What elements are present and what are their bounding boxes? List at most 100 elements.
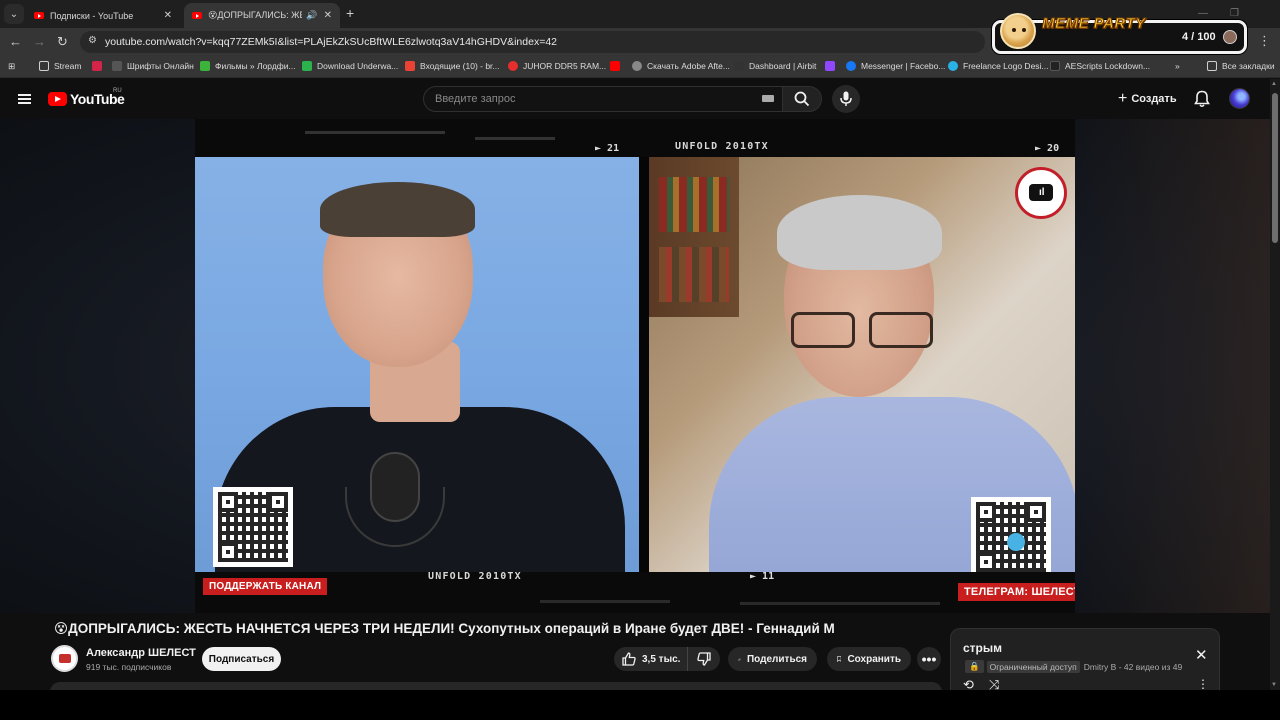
bookmark-films[interactable]: Фильмы » Лордфи... [200, 61, 296, 71]
film-icon [200, 61, 210, 71]
mic-icon [840, 91, 852, 106]
doge-icon [1000, 13, 1036, 49]
bookmark-messenger[interactable]: Messenger | Facebo... [846, 61, 945, 71]
gmail-icon [405, 61, 415, 71]
apps-icon[interactable]: ⊞ [8, 61, 15, 72]
create-button[interactable]: + Создать [1110, 87, 1185, 111]
tab-active-video[interactable]: 😵ДОПРЫГАЛИСЬ: ЖЕСТЬ 🔊 ✕ [184, 3, 340, 28]
more-actions-button[interactable]: ••• [917, 647, 941, 671]
subscribe-button[interactable]: Подписаться [202, 647, 281, 671]
dislike-button[interactable] [688, 647, 720, 671]
video-top-strip: ► 21 UNFOLD 2010TX ► 20 [195, 119, 1075, 157]
minimize-icon[interactable]: — [1198, 8, 1208, 19]
youtube-favicon-icon [192, 12, 202, 19]
all-bookmarks[interactable]: Все закладки [1207, 61, 1275, 71]
meme-party-avatar[interactable] [1223, 30, 1237, 44]
folder-icon [39, 61, 49, 71]
video-player[interactable]: ► 21 UNFOLD 2010TX ► 20 ıl UNFOLD 2010TX… [195, 119, 1075, 613]
address-bar[interactable]: ⚙ youtube.com/watch?v=kqq77ZEMk5I&list=P… [80, 31, 985, 53]
video-title: 😵ДОПРЫГАЛИСЬ: ЖЕСТЬ НАЧНЕТСЯ ЧЕРЕЗ ТРИ Н… [54, 621, 835, 636]
tab-close-icon[interactable]: ✕ [164, 10, 172, 21]
tab-title: Подписки - YouTube [50, 10, 134, 21]
qr-marker [218, 492, 238, 512]
bookmark-red-icon [92, 61, 102, 71]
share-button[interactable]: Поделиться [728, 647, 817, 671]
bookmark-gmail[interactable]: Входящие (10) - br... [405, 61, 500, 71]
url-text[interactable]: youtube.com/watch?v=kqq77ZEMk5I&list=PLA… [105, 36, 557, 48]
search-input[interactable]: Введите запрос [423, 86, 783, 112]
more-bookmarks-icon[interactable]: » [1175, 61, 1180, 71]
browser-menu-icon[interactable]: ⋮ [1258, 33, 1271, 49]
bookmark-youtube[interactable] [610, 61, 625, 71]
download-icon [302, 61, 312, 71]
bookmark-red[interactable] [92, 61, 107, 71]
tab-search-button[interactable]: ⌄ [4, 4, 24, 24]
qr-pattern [218, 492, 288, 562]
tab-close-icon[interactable]: ✕ [324, 10, 332, 21]
frame-number-bottom: ► 11 [750, 571, 775, 582]
forward-icon[interactable]: → [33, 34, 46, 49]
menu-icon[interactable] [18, 94, 31, 104]
bookmark-airbit[interactable]: Dashboard | Airbit [734, 61, 816, 71]
guest-glasses [791, 312, 933, 348]
save-button[interactable]: Сохранить [827, 647, 911, 671]
bookmark-aescripts[interactable]: AEScripts Lockdown... [1050, 61, 1150, 71]
bookmark-stream[interactable]: Stream [39, 61, 81, 71]
bookmarks-bar: ⊞ Stream Шрифты Онлайн Фильмы » Лордфи..… [0, 56, 1280, 78]
back-icon[interactable]: ← [9, 34, 22, 49]
new-tab-button[interactable]: + [346, 5, 354, 21]
youtube-header: YouTube RU Введите запрос + Создать [0, 79, 1280, 119]
close-playlist-icon[interactable]: ✕ [1195, 646, 1208, 664]
aescripts-icon [1050, 61, 1060, 71]
twitch-icon [825, 61, 835, 71]
scroll-down-icon[interactable]: ▼ [1271, 682, 1277, 688]
like-button[interactable]: 3,5 тыс. [614, 647, 688, 671]
page-bottom [0, 690, 1280, 720]
font-icon [112, 61, 122, 71]
aliexpress-icon [508, 61, 518, 71]
youtube-logo-icon[interactable] [48, 92, 67, 106]
glitch-line [305, 131, 445, 134]
playlist-title[interactable]: стрым [963, 641, 1002, 655]
youtube-favicon-icon [34, 12, 44, 19]
keyboard-icon[interactable] [762, 95, 774, 102]
bookmark-aliexpress[interactable]: JUHOR DDR5 RAM... [508, 61, 606, 71]
playlist-owner-count[interactable]: Dmitry B - 42 видео из 49 [1084, 662, 1182, 672]
glitch-line [475, 137, 555, 140]
studio-mic [370, 452, 420, 522]
glitch-line [740, 602, 940, 605]
playlist-more-icon[interactable]: ⋮ [1197, 677, 1209, 691]
facebook-icon [846, 61, 856, 71]
notifications-bell-icon[interactable] [1194, 90, 1210, 108]
scroll-thumb[interactable] [1272, 93, 1278, 243]
channel-name[interactable]: Александр ШЕЛЕСТ [86, 647, 196, 659]
bookmark-adobe[interactable]: Скачать Adobe Afte... [632, 61, 730, 71]
bookmark-twitch[interactable] [825, 61, 840, 71]
playlist-meta: 🔒 Ограниченный доступ Dmitry B - 42 виде… [965, 660, 1182, 673]
speaker-icon[interactable]: 🔊 [306, 10, 317, 21]
folder-icon [1207, 61, 1217, 71]
frame-number-right: ► 20 [1035, 143, 1060, 154]
account-avatar[interactable] [1229, 88, 1250, 109]
voice-search-button[interactable] [832, 85, 860, 113]
qr-marker [976, 502, 996, 522]
youtube-watermark-icon: ıl [1015, 167, 1067, 219]
reload-icon[interactable]: ↻ [57, 34, 68, 50]
bookmark-download[interactable]: Download Underwa... [302, 61, 398, 71]
scroll-up-icon[interactable]: ▲ [1271, 81, 1277, 87]
tab-title: 😵ДОПРЫГАЛИСЬ: ЖЕСТЬ [208, 10, 302, 20]
search-icon [794, 91, 810, 107]
bookmark-fonts[interactable]: Шрифты Онлайн [112, 61, 194, 71]
site-info-icon[interactable]: ⚙ [88, 35, 97, 46]
search-button[interactable] [782, 86, 822, 112]
playlist-access: Ограниченный доступ [986, 660, 1080, 673]
like-count: 3,5 тыс. [642, 653, 681, 665]
maximize-icon[interactable]: ❐ [1230, 8, 1239, 19]
bookmark-freelance[interactable]: Freelance Logo Desi... [948, 61, 1049, 71]
channel-avatar[interactable] [51, 645, 78, 672]
tab-subscriptions[interactable]: Подписки - YouTube ✕ [26, 3, 180, 28]
support-qr-code [213, 487, 293, 567]
page-scrollbar[interactable]: ▲ ▼ [1270, 79, 1280, 690]
country-code: RU [113, 88, 122, 94]
qr-marker [1026, 502, 1046, 522]
